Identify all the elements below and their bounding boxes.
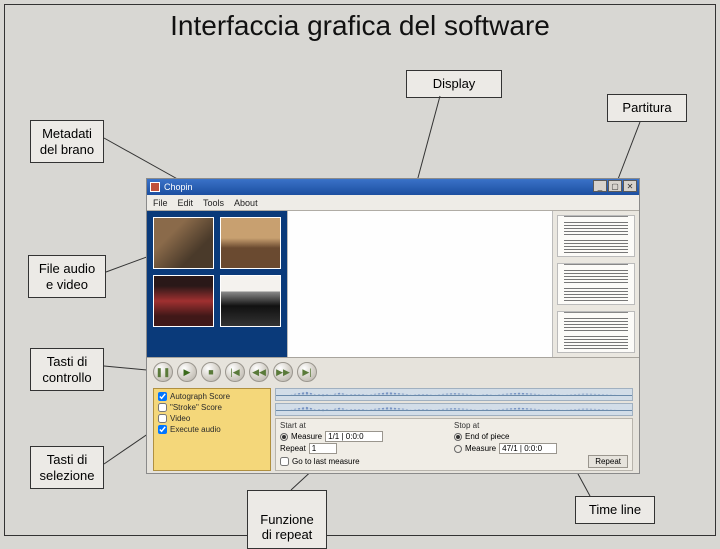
next-button[interactable]: ▶|: [297, 362, 317, 382]
close-button[interactable]: ✕: [623, 180, 637, 192]
menubar: File Edit Tools About: [147, 195, 639, 211]
start-measure-field[interactable]: 1/1 | 0:0:0: [325, 431, 383, 442]
slide-title: Interfaccia grafica del software: [0, 10, 720, 42]
rewind-button[interactable]: ◀◀: [249, 362, 269, 382]
label-metadati: Metadati del brano: [30, 120, 104, 163]
check-stroke[interactable]: "Stroke" Score: [158, 403, 266, 412]
play-button[interactable]: ▶: [177, 362, 197, 382]
check-audio[interactable]: Execute audio: [158, 425, 266, 434]
thumb-painting[interactable]: [220, 217, 281, 269]
check-autograph[interactable]: Autograph Score: [158, 392, 266, 401]
stop-at-label: Stop at: [454, 421, 628, 430]
label-timeline: Time line: [575, 496, 655, 524]
menu-about[interactable]: About: [234, 198, 258, 208]
app-title: Chopin: [164, 182, 193, 192]
menu-file[interactable]: File: [153, 198, 168, 208]
stop-button[interactable]: ■: [201, 362, 221, 382]
label-tasti-controllo: Tasti di controllo: [30, 348, 104, 391]
label-display: Display: [406, 70, 502, 98]
app-icon: [150, 182, 160, 192]
menu-tools[interactable]: Tools: [203, 198, 224, 208]
score-page-2[interactable]: [557, 263, 635, 305]
label-tasti-selezione: Tasti di selezione: [30, 446, 104, 489]
selection-checks: Autograph Score "Stroke" Score Video Exe…: [153, 388, 271, 471]
maximize-button[interactable]: ▢: [608, 180, 622, 192]
radio-stop-measure[interactable]: [454, 445, 462, 453]
stop-measure-row: Measure 47/1 | 0:0:0: [454, 443, 628, 454]
pause-button[interactable]: ❚❚: [153, 362, 173, 382]
display-area: [287, 211, 553, 357]
end-of-piece-row: End of piece: [454, 431, 628, 442]
waveform-1[interactable]: [275, 388, 633, 401]
menu-edit[interactable]: Edit: [178, 198, 194, 208]
prev-button[interactable]: |◀: [225, 362, 245, 382]
check-video[interactable]: Video: [158, 414, 266, 423]
thumb-performers[interactable]: [153, 275, 214, 327]
minimize-button[interactable]: _: [593, 180, 607, 192]
repeat-button[interactable]: Repeat: [588, 455, 628, 468]
go-last-measure-row[interactable]: Go to last measure: [280, 455, 454, 468]
radio-start-measure[interactable]: [280, 433, 288, 441]
repeat-count-row: Repeat 1: [280, 443, 454, 454]
timeline-waveforms[interactable]: [275, 388, 633, 416]
app-window: Chopin _ ▢ ✕ File Edit Tools About: [146, 178, 640, 474]
media-thumbnails: [147, 211, 287, 357]
label-file-av: File audio e video: [28, 255, 106, 298]
radio-end-of-piece[interactable]: [454, 433, 462, 441]
titlebar: Chopin _ ▢ ✕: [147, 179, 639, 195]
start-measure-row: Measure 1/1 | 0:0:0: [280, 431, 454, 442]
score-panel: [553, 211, 639, 357]
waveform-2[interactable]: [275, 403, 633, 416]
forward-button[interactable]: ▶▶: [273, 362, 293, 382]
score-page-1[interactable]: [557, 215, 635, 257]
start-at-label: Start at: [280, 421, 454, 430]
thumb-portrait[interactable]: [153, 217, 214, 269]
transport-controls: ❚❚ ▶ ■ |◀ ◀◀ ▶▶ ▶|: [147, 358, 639, 386]
repeat-count-field[interactable]: 1: [309, 443, 337, 454]
score-page-3[interactable]: [557, 311, 635, 353]
thumb-piano[interactable]: [220, 275, 281, 327]
label-partitura: Partitura: [607, 94, 687, 122]
stop-measure-field[interactable]: 47/1 | 0:0:0: [499, 443, 557, 454]
repeat-panel: Start at Stop at Measure 1/1 | 0:0:0 End…: [275, 418, 633, 471]
